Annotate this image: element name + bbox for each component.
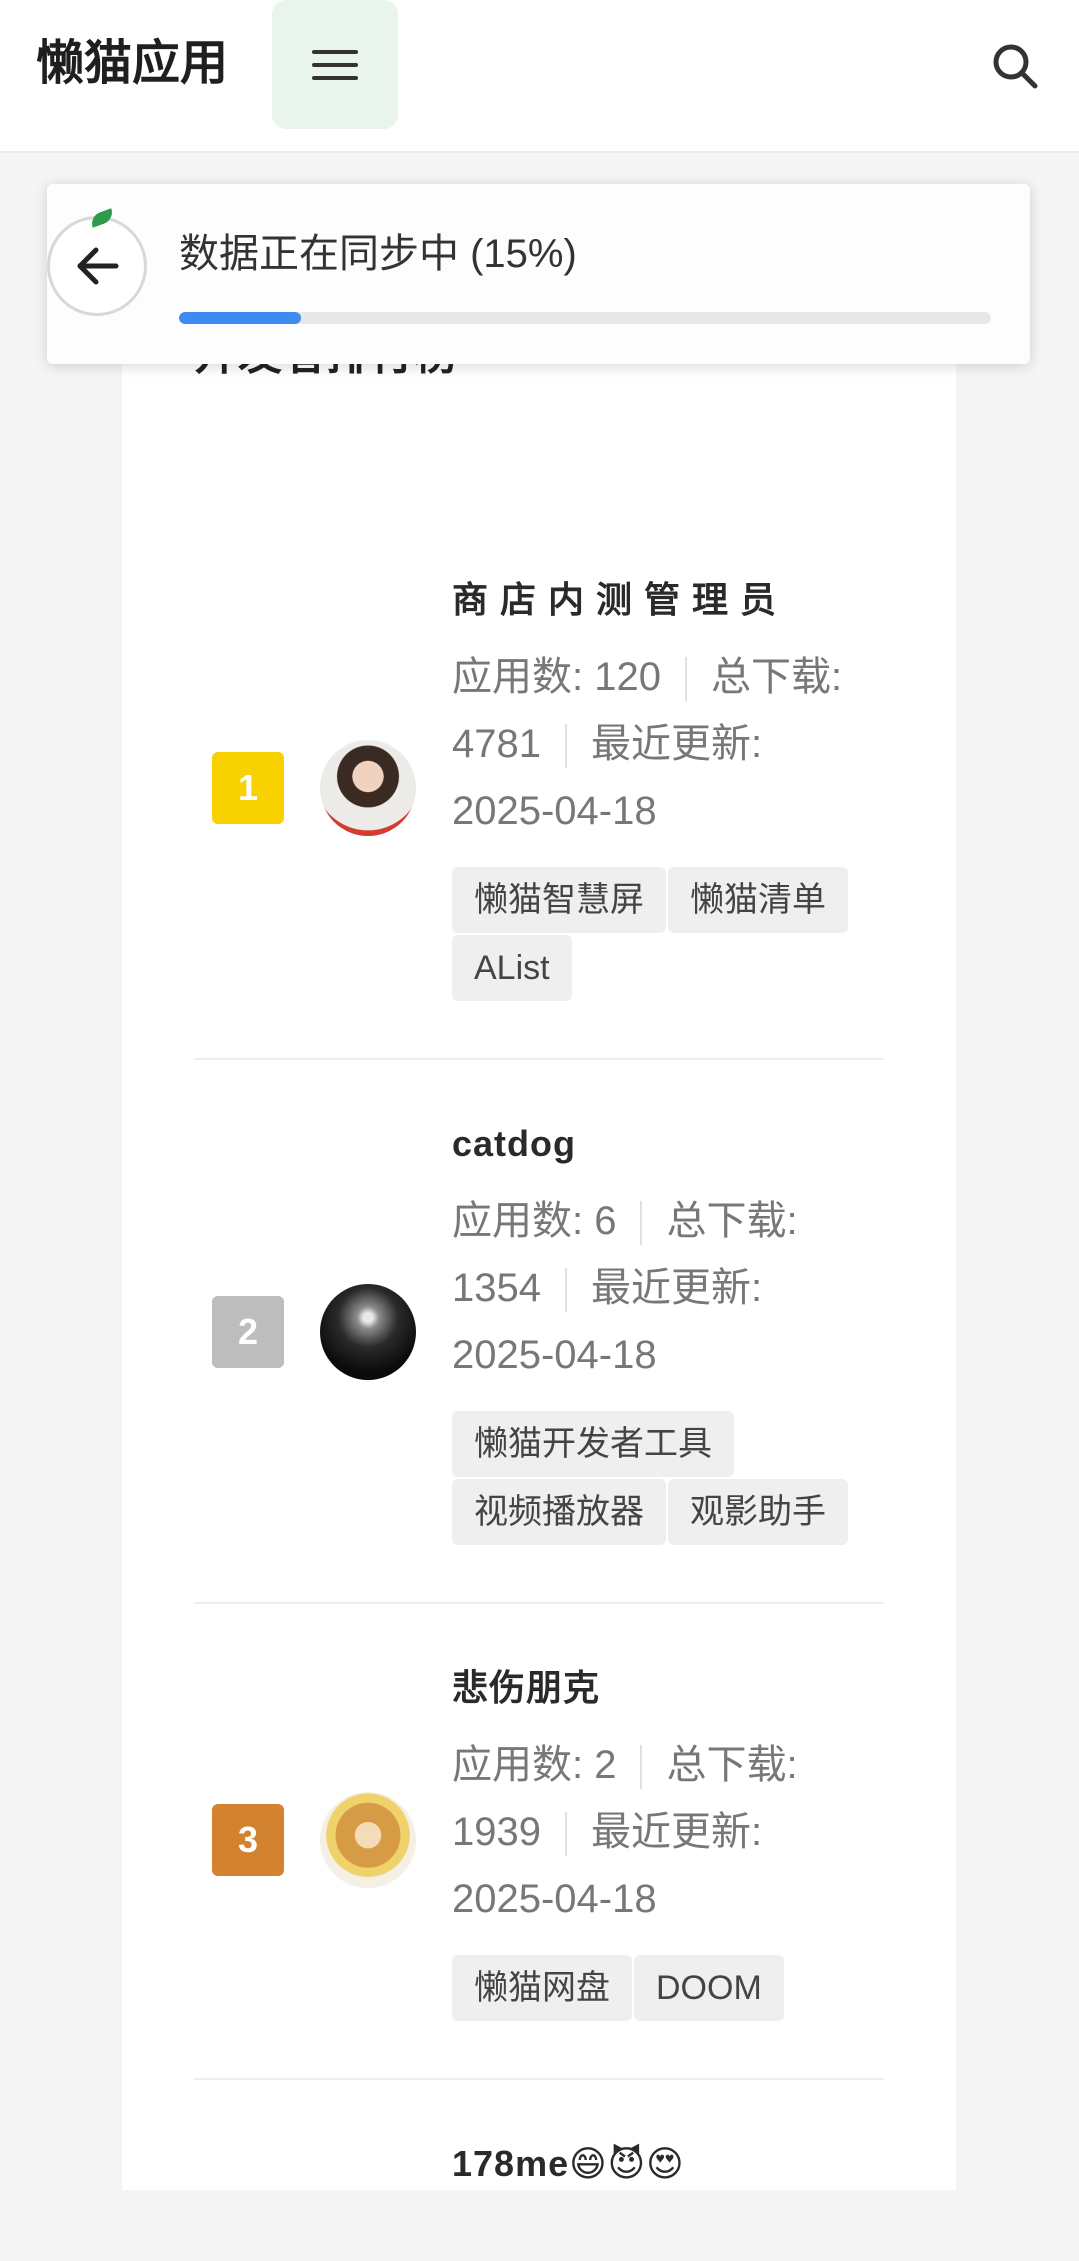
rank-badge: 2 [212,1296,284,1368]
app-tag[interactable]: 观影助手 [668,1479,848,1545]
app-title[interactable]: 懒猫应用 [36,36,228,92]
stat-divider [684,657,687,702]
app-count: 应用数: 6 [452,1199,617,1243]
developer-item[interactable]: 178me😄😈😍 [194,2080,884,2190]
developer-info: 178me😄😈😍 [452,2142,872,2186]
app-tag[interactable]: 懒猫清单 [668,867,848,933]
app-count: 应用数: 2 [452,1743,617,1787]
developer-name: 商店内测管理员 [452,579,789,620]
menu-button[interactable] [272,0,398,129]
stat-divider [640,1201,643,1246]
developer-item[interactable]: 3 悲伤朋克 应用数: 2 总下载: 1939 最近更新: 2025-04-18 懒… [194,1604,884,2080]
stat-divider [564,1812,567,1857]
developer-info: catdog 应用数: 6 总下载: 1354 最近更新: 2025-04-18 懒… [452,1122,872,1545]
sync-progress-bar [179,312,991,324]
developer-stats: 应用数: 6 总下载: 1354 最近更新: 2025-04-18 [452,1188,872,1389]
rank-badge: 1 [212,752,284,824]
app-tag[interactable]: 视频播放器 [452,1479,666,1545]
stat-divider [564,1268,567,1313]
app-tag[interactable]: AList [452,935,572,1001]
developer-stats: 应用数: 2 总下载: 1939 最近更新: 2025-04-18 [452,1732,872,1933]
sync-status-text: 数据正在同步中 (15%) [179,232,577,276]
stat-divider [640,1745,643,1790]
back-button[interactable] [47,216,147,316]
menu-icon [312,49,358,80]
sync-status-toast: 数据正在同步中 (15%) [47,184,1030,364]
developer-info: 商店内测管理员 应用数: 120 总下载: 4781 最近更新: 2025-04-1… [452,578,872,1001]
developer-name: 178me😄😈😍 [452,2143,685,2184]
developer-name: 悲伤朋克 [452,1667,601,1708]
search-button[interactable] [985,36,1045,96]
sync-progress-fill [179,312,301,324]
developer-info: 悲伤朋克 应用数: 2 总下载: 1939 最近更新: 2025-04-18 懒猫网… [452,1666,872,2021]
developer-stats: 应用数: 120 总下载: 4781 最近更新: 2025-04-18 [452,644,872,845]
rank-badge: 3 [212,1804,284,1876]
app-tag[interactable]: 懒猫智慧屏 [452,867,666,933]
developer-item[interactable]: 2 catdog 应用数: 6 总下载: 1354 最近更新: 2025-04-18… [194,1060,884,1604]
developer-name: catdog [452,1123,577,1164]
stat-divider [564,724,567,769]
search-icon [993,44,1038,89]
arrow-left-icon [77,247,119,285]
avatar [320,1792,416,1888]
app-tag[interactable]: 懒猫网盘 [452,1955,632,2021]
app-tags: 懒猫开发者工具 视频播放器 观影助手 [452,1411,872,1545]
avatar [320,1284,416,1380]
app-tag[interactable]: DOOM [634,1955,784,2021]
avatar [320,740,416,836]
developer-item[interactable]: 1 商店内测管理员 应用数: 120 总下载: 4781 最近更新: 2025-04… [194,560,884,1060]
top-app-bar: 懒猫应用 [0,0,1079,153]
app-count: 应用数: 120 [452,655,661,699]
app-tags: 懒猫智慧屏 懒猫清单 AList [452,867,872,1001]
app-tags: 懒猫网盘 DOOM [452,1955,872,2021]
app-tag[interactable]: 懒猫开发者工具 [452,1411,734,1477]
